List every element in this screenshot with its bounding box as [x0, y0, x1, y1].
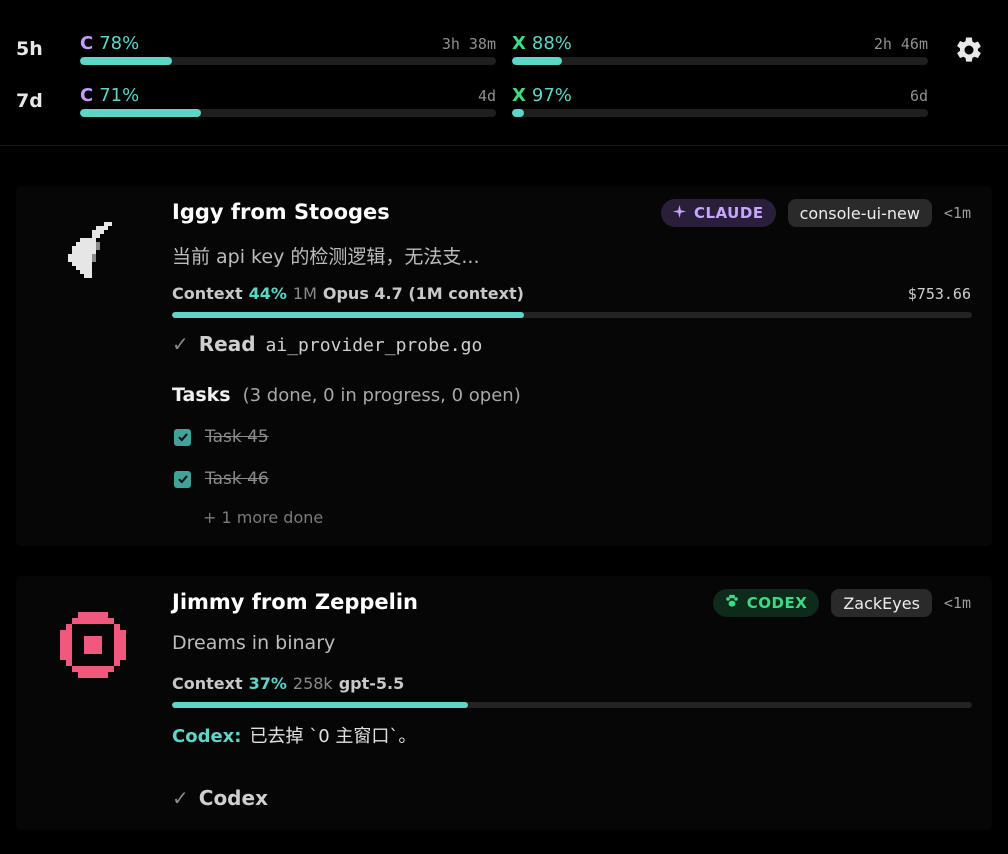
usage-meter-7d-claude: C 71% 4d [80, 85, 496, 121]
usage-meter-7d-codex: X 97% 6d [512, 85, 928, 121]
context-label: Context [172, 674, 243, 693]
paw-icon [725, 594, 739, 612]
context-window: 1M [292, 284, 317, 303]
activity-target: ai_provider_probe.go [265, 335, 483, 356]
session-subtitle: Dreams in binary [172, 632, 336, 654]
provider-letter: C [80, 33, 94, 54]
last-activity: ✓ Codex [172, 786, 278, 810]
context-bar-fill [172, 312, 524, 318]
task-item[interactable]: Task 46 [174, 469, 269, 489]
provider-letter: C [80, 85, 94, 106]
session-title: Jimmy from Zeppelin [172, 590, 419, 614]
agent-label: CODEX [746, 594, 808, 612]
session-subtitle: 当前 api key 的检测逻辑，无法支... [172, 246, 480, 268]
more-tasks-link[interactable]: + 1 more done [203, 508, 323, 527]
reset-time: 2h 46m [873, 35, 928, 53]
model-name: gpt-5.5 [338, 674, 405, 693]
task-item[interactable]: Task 45 [174, 427, 269, 447]
usage-meter-5h-codex: X 88% 2h 46m [512, 33, 928, 69]
repo-chip[interactable]: ZackEyes [831, 589, 932, 617]
session-card[interactable]: Jimmy from Zeppelin CODEX ZackEyes <1m D… [16, 576, 992, 830]
session-cost: $753.66 [907, 285, 971, 303]
tasks-header: Tasks (3 done, 0 in progress, 0 open) [172, 384, 521, 406]
tasks-summary: (3 done, 0 in progress, 0 open) [242, 385, 521, 406]
context-percent: 37% [248, 674, 287, 693]
usage-percent: 78% [99, 33, 140, 54]
usage-percent: 88% [531, 33, 572, 54]
usage-bar-fill [512, 109, 525, 117]
pixel-avatar-icon [68, 222, 112, 278]
checkbox-checked-icon[interactable] [174, 470, 191, 488]
usage-bar [80, 109, 496, 117]
checkbox-checked-icon[interactable] [174, 428, 191, 446]
reset-time: 6d [909, 87, 928, 105]
agent-label: CLAUDE [693, 204, 764, 222]
usage-bar [512, 57, 928, 65]
context-percent: 44% [248, 284, 287, 303]
check-icon: ✓ [172, 332, 189, 356]
last-activity: ✓ Read ai_provider_probe.go [172, 332, 482, 356]
context-bar [172, 702, 972, 708]
session-meta: CLAUDE console-ui-new <1m [660, 199, 971, 227]
usage-bar [512, 109, 928, 117]
reset-time: 3h 38m [441, 35, 496, 53]
usage-percent: 71% [99, 85, 140, 106]
activity-verb: Read [198, 332, 256, 356]
usage-percent: 97% [531, 85, 572, 106]
agent-badge: CODEX [712, 589, 820, 617]
usage-bar-fill [80, 57, 172, 65]
context-label: Context [172, 284, 243, 303]
context-bar [172, 312, 972, 318]
repo-chip[interactable]: console-ui-new [787, 199, 932, 227]
message-author: Codex: [172, 726, 242, 747]
session-card[interactable]: Iggy from Stooges CLAUDE console-ui-new … [16, 186, 992, 546]
usage-panel: 5h 7d C 78% 3h 38m X 88% 2h 46m C 71% 4d X9… [0, 0, 1008, 146]
tasks-title: Tasks [172, 384, 231, 406]
agent-badge: CLAUDE [660, 199, 776, 227]
provider-letter: X [512, 85, 526, 106]
context-info: Context 44% 1M Opus 4.7 (1M context) [172, 284, 524, 303]
session-age: <1m [943, 204, 971, 222]
task-name: Task 45 [205, 427, 269, 447]
pixel-avatar-icon [60, 612, 126, 678]
last-message: Codex: 已去掉 `0 主窗口`。 [172, 722, 416, 748]
provider-letter: X [512, 33, 526, 54]
session-meta: CODEX ZackEyes <1m [712, 589, 971, 617]
context-window: 258k [292, 674, 333, 693]
usage-bar-fill [512, 57, 562, 65]
context-info: Context 37% 258k gpt-5.5 [172, 674, 404, 693]
sparkle-icon [672, 204, 686, 222]
check-icon: ✓ [172, 786, 189, 810]
period-label-5h: 5h [16, 38, 43, 60]
message-text: 已去掉 `0 主窗口`。 [249, 726, 417, 747]
usage-bar [80, 57, 496, 65]
task-name: Task 46 [205, 469, 269, 489]
activity-verb: Codex [198, 786, 268, 810]
usage-meter-5h-claude: C 78% 3h 38m [80, 33, 496, 69]
reset-time: 4d [477, 87, 496, 105]
period-label-7d: 7d [16, 90, 43, 112]
usage-bar-fill [80, 109, 201, 117]
context-bar-fill [172, 702, 468, 708]
gear-icon[interactable] [954, 35, 984, 65]
session-age: <1m [943, 594, 971, 612]
model-name: Opus 4.7 (1M context) [322, 284, 524, 303]
session-title: Iggy from Stooges [172, 200, 390, 224]
